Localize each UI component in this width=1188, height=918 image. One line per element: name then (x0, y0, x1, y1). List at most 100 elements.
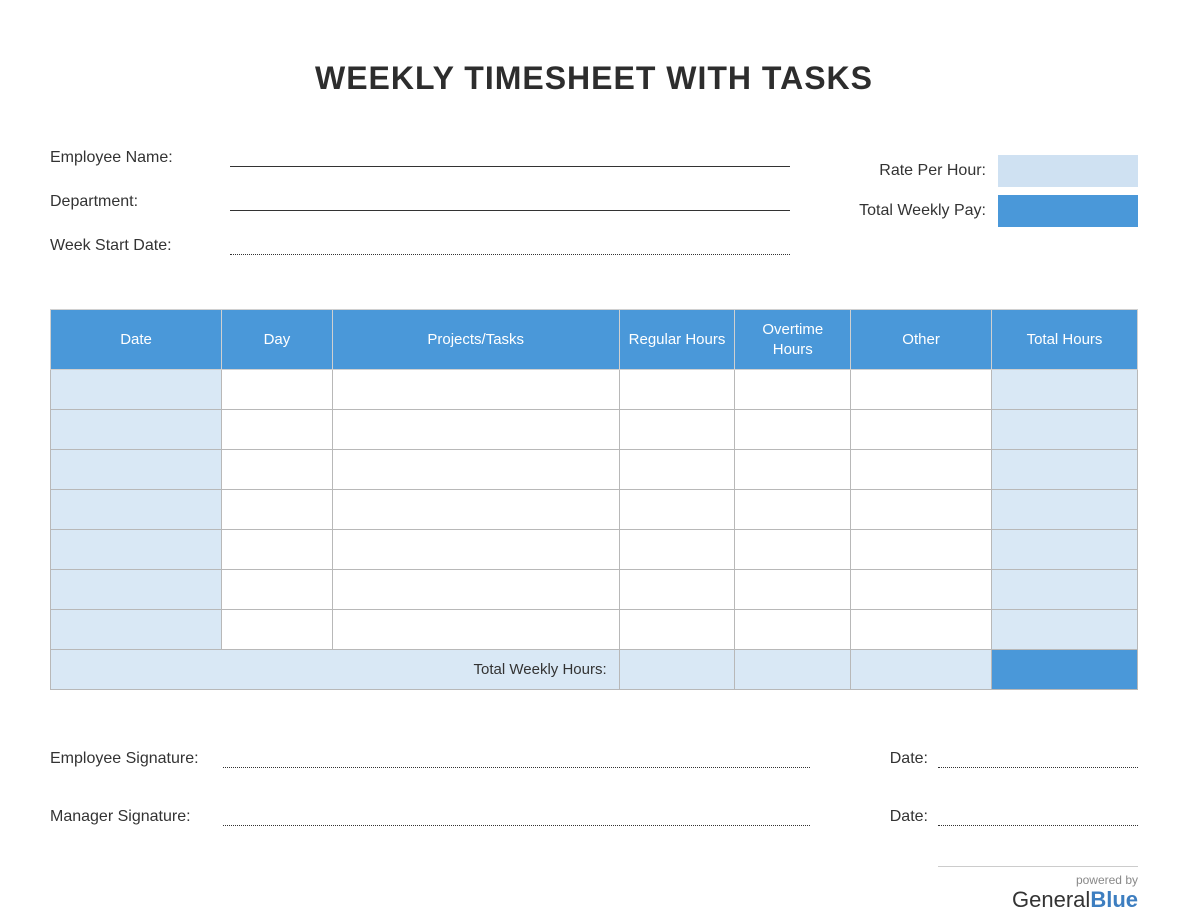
totals-overtime (735, 650, 851, 690)
cell-tasks[interactable] (332, 490, 619, 530)
cell-tasks[interactable] (332, 570, 619, 610)
cell-other[interactable] (851, 410, 992, 450)
cell-day[interactable] (222, 450, 333, 490)
header-section: Employee Name: Department: Week Start Da… (50, 137, 1138, 269)
department-field: Department: (50, 181, 790, 211)
department-input-line[interactable] (230, 210, 790, 211)
cell-regular[interactable] (619, 610, 735, 650)
cell-day[interactable] (222, 490, 333, 530)
cell-day[interactable] (222, 530, 333, 570)
cell-overtime[interactable] (735, 610, 851, 650)
cell-date[interactable] (51, 490, 222, 530)
cell-overtime[interactable] (735, 370, 851, 410)
manager-signature-line[interactable] (223, 825, 810, 826)
cell-tasks[interactable] (332, 410, 619, 450)
cell-day[interactable] (222, 370, 333, 410)
table-row (51, 570, 1138, 610)
cell-other[interactable] (851, 490, 992, 530)
col-header-total: Total Hours (992, 310, 1138, 370)
table-row (51, 610, 1138, 650)
cell-overtime[interactable] (735, 410, 851, 450)
cell-date[interactable] (51, 530, 222, 570)
cell-day[interactable] (222, 410, 333, 450)
cell-overtime[interactable] (735, 490, 851, 530)
totals-row: Total Weekly Hours: (51, 650, 1138, 690)
manager-signature-label: Manager Signature: (50, 808, 215, 826)
cell-day[interactable] (222, 610, 333, 650)
cell-tasks[interactable] (332, 370, 619, 410)
cell-total (992, 490, 1138, 530)
cell-tasks[interactable] (332, 450, 619, 490)
manager-date-line[interactable] (938, 825, 1138, 826)
cell-date[interactable] (51, 610, 222, 650)
cell-total (992, 610, 1138, 650)
cell-total (992, 370, 1138, 410)
col-header-day: Day (222, 310, 333, 370)
week-start-label: Week Start Date: (50, 237, 210, 255)
timesheet-table: Date Day Projects/Tasks Regular Hours Ov… (50, 309, 1138, 690)
col-header-date: Date (51, 310, 222, 370)
cell-regular[interactable] (619, 530, 735, 570)
cell-date[interactable] (51, 450, 222, 490)
total-pay-box (998, 195, 1138, 227)
rate-row: Rate Per Hour: (838, 155, 1138, 187)
department-label: Department: (50, 193, 210, 211)
cell-day[interactable] (222, 570, 333, 610)
cell-overtime[interactable] (735, 570, 851, 610)
table-row (51, 530, 1138, 570)
col-header-other: Other (851, 310, 992, 370)
totals-grand (992, 650, 1138, 690)
employee-name-label: Employee Name: (50, 149, 210, 167)
footer: powered by GeneralBlue (50, 866, 1138, 913)
rate-label: Rate Per Hour: (879, 162, 986, 180)
table-row (51, 370, 1138, 410)
employee-date-label: Date: (890, 750, 928, 768)
col-header-overtime: Overtime Hours (735, 310, 851, 370)
brand-general: General (1012, 887, 1090, 912)
rate-input-box[interactable] (998, 155, 1138, 187)
cell-tasks[interactable] (332, 530, 619, 570)
table-row (51, 410, 1138, 450)
cell-regular[interactable] (619, 570, 735, 610)
cell-overtime[interactable] (735, 450, 851, 490)
brand-logo: GeneralBlue (50, 887, 1138, 913)
employee-signature-row: Employee Signature: Date: (50, 750, 1138, 768)
totals-other (851, 650, 992, 690)
cell-date[interactable] (51, 410, 222, 450)
cell-other[interactable] (851, 370, 992, 410)
col-header-regular: Regular Hours (619, 310, 735, 370)
cell-total (992, 570, 1138, 610)
powered-by-text: powered by (50, 873, 1138, 887)
cell-total (992, 450, 1138, 490)
cell-other[interactable] (851, 610, 992, 650)
week-start-input-line[interactable] (230, 254, 790, 255)
brand-blue: Blue (1090, 887, 1138, 912)
manager-signature-row: Manager Signature: Date: (50, 808, 1138, 826)
employee-name-input-line[interactable] (230, 166, 790, 167)
col-header-tasks: Projects/Tasks (332, 310, 619, 370)
footer-divider (938, 866, 1138, 867)
table-row (51, 490, 1138, 530)
cell-regular[interactable] (619, 370, 735, 410)
cell-other[interactable] (851, 570, 992, 610)
employee-date-line[interactable] (938, 767, 1138, 768)
total-pay-row: Total Weekly Pay: (838, 195, 1138, 227)
header-right: Rate Per Hour: Total Weekly Pay: (838, 137, 1138, 269)
totals-label: Total Weekly Hours: (51, 650, 620, 690)
cell-regular[interactable] (619, 490, 735, 530)
signature-section: Employee Signature: Date: Manager Signat… (50, 750, 1138, 826)
cell-regular[interactable] (619, 450, 735, 490)
page-title: WEEKLY TIMESHEET WITH TASKS (50, 60, 1138, 97)
cell-regular[interactable] (619, 410, 735, 450)
cell-other[interactable] (851, 450, 992, 490)
cell-date[interactable] (51, 570, 222, 610)
cell-other[interactable] (851, 530, 992, 570)
cell-tasks[interactable] (332, 610, 619, 650)
totals-regular (619, 650, 735, 690)
total-pay-label: Total Weekly Pay: (859, 202, 986, 220)
employee-signature-line[interactable] (223, 767, 810, 768)
cell-total (992, 410, 1138, 450)
cell-date[interactable] (51, 370, 222, 410)
table-row (51, 450, 1138, 490)
cell-overtime[interactable] (735, 530, 851, 570)
